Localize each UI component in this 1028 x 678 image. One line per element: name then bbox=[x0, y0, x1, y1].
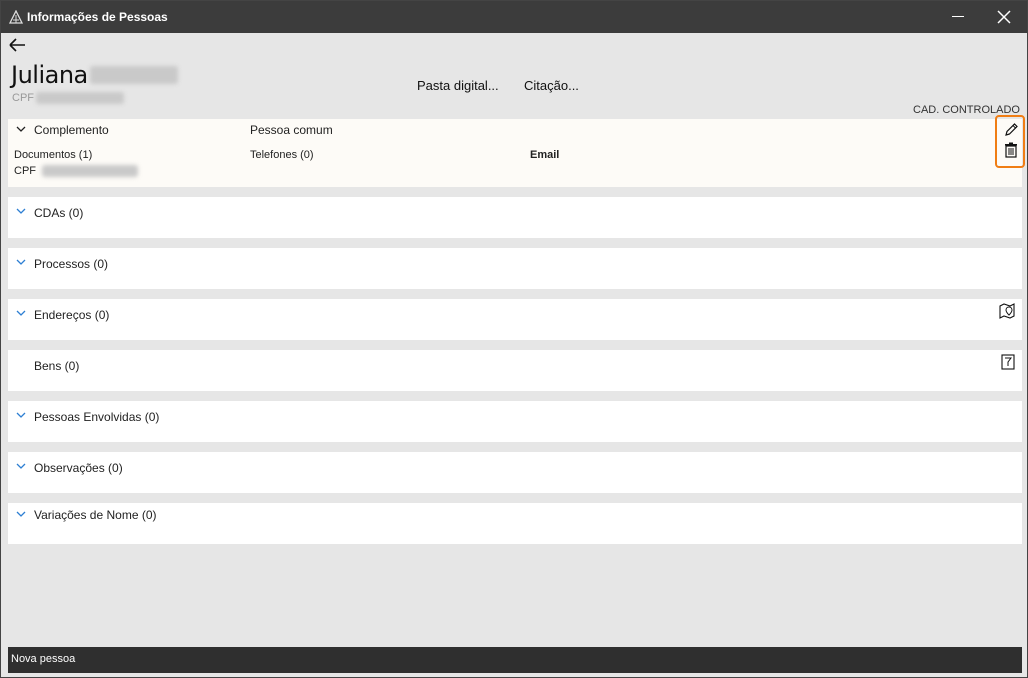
variacoes-nome-panel: Variações de Nome (0) bbox=[8, 503, 1022, 544]
citacao-link[interactable]: Citação... bbox=[524, 78, 579, 93]
complemento-label[interactable]: Complemento bbox=[34, 123, 109, 137]
app-logo-icon bbox=[9, 10, 23, 24]
status-text: Nova pessoa bbox=[11, 653, 76, 665]
map-location-icon[interactable] bbox=[998, 302, 1016, 320]
cpf-label: CPF bbox=[12, 92, 34, 104]
chevron-down-icon[interactable] bbox=[16, 411, 26, 419]
pasta-digital-link[interactable]: Pasta digital... bbox=[417, 78, 499, 93]
minimize-icon bbox=[952, 16, 964, 17]
status-bar: Nova pessoa bbox=[8, 647, 1022, 673]
title-bar: Informações de Pessoas bbox=[1, 1, 1027, 33]
trash-delete-icon[interactable] bbox=[1004, 142, 1018, 158]
cdas-label[interactable]: CDAs (0) bbox=[34, 206, 83, 220]
chevron-down-icon[interactable] bbox=[16, 510, 26, 518]
chevron-down-icon[interactable] bbox=[16, 207, 26, 215]
close-button[interactable] bbox=[981, 1, 1027, 33]
bens-panel: Bens (0) bbox=[8, 350, 1022, 391]
person-header: Juliana CPF Pasta digital... Citação... … bbox=[2, 33, 1026, 119]
processos-panel: Processos (0) bbox=[8, 248, 1022, 289]
redacted-document-cpf bbox=[42, 165, 138, 177]
pencil-edit-icon[interactable] bbox=[1003, 122, 1019, 138]
document-cpf-label: CPF bbox=[14, 165, 36, 177]
redacted-cpf bbox=[36, 92, 124, 104]
variacoes-nome-label[interactable]: Variações de Nome (0) bbox=[34, 508, 157, 522]
back-arrow-icon[interactable] bbox=[8, 37, 28, 53]
documentos-label: Documentos (1) bbox=[14, 149, 93, 161]
chevron-down-icon[interactable] bbox=[16, 125, 26, 133]
window-title: Informações de Pessoas bbox=[27, 10, 168, 24]
processos-label[interactable]: Processos (0) bbox=[34, 257, 108, 271]
enderecos-panel: Endereços (0) bbox=[8, 299, 1022, 340]
observacoes-panel: Observações (0) bbox=[8, 452, 1022, 493]
pessoas-envolvidas-label[interactable]: Pessoas Envolvidas (0) bbox=[34, 410, 159, 424]
complemento-panel: Complemento Pessoa comum Documentos (1) … bbox=[8, 119, 1022, 187]
minimize-button[interactable] bbox=[935, 1, 981, 33]
telefones-label: Telefones (0) bbox=[250, 149, 314, 161]
pessoas-envolvidas-panel: Pessoas Envolvidas (0) bbox=[8, 401, 1022, 442]
app-window: Informações de Pessoas Juliana CPF Pasta… bbox=[0, 0, 1028, 678]
chevron-down-icon[interactable] bbox=[16, 309, 26, 317]
chevron-down-icon[interactable] bbox=[16, 462, 26, 470]
chevron-down-icon[interactable] bbox=[16, 258, 26, 266]
redacted-surname bbox=[90, 66, 178, 84]
bens-label[interactable]: Bens (0) bbox=[34, 359, 79, 373]
email-label: Email bbox=[530, 149, 560, 161]
person-first-name: Juliana bbox=[11, 61, 88, 89]
observacoes-label[interactable]: Observações (0) bbox=[34, 461, 123, 475]
close-icon bbox=[997, 10, 1011, 24]
enderecos-label[interactable]: Endereços (0) bbox=[34, 308, 109, 322]
filter-icon[interactable] bbox=[999, 353, 1017, 371]
cdas-panel: CDAs (0) bbox=[8, 197, 1022, 238]
person-type-label: Pessoa comum bbox=[250, 123, 333, 137]
